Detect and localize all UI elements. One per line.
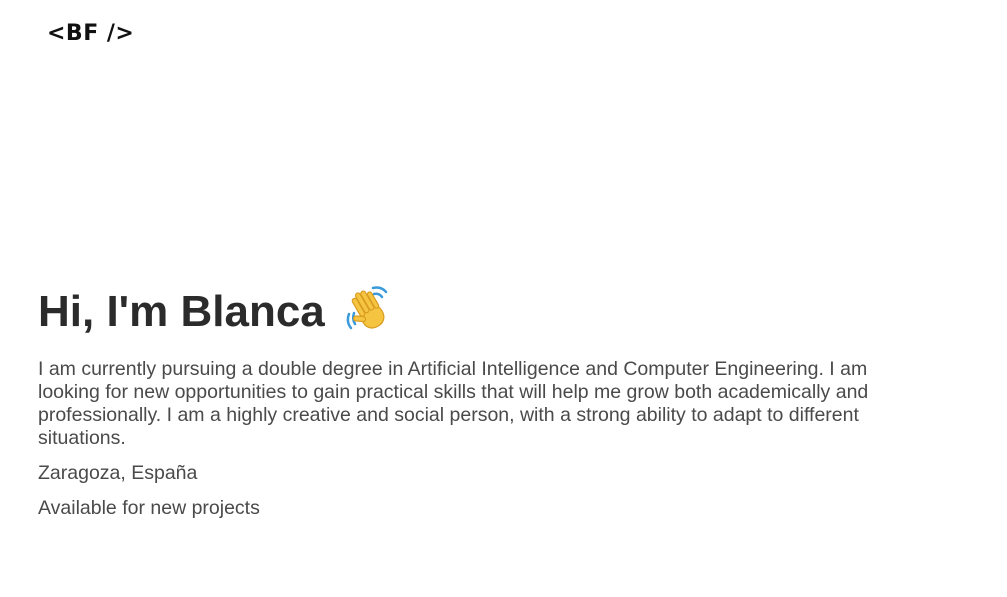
site-logo[interactable]: <BF /> [47,20,134,48]
portfolio-page: <BF /> Hi, I'm Blanca I am currently pur… [0,0,1007,597]
hero-greeting: Hi, I'm Blanca [38,287,325,336]
hero-description: I am currently pursuing a double degree … [38,358,869,449]
hero-title-row: Hi, I'm Blanca [38,282,938,342]
hero-section: Hi, I'm Blanca I am currently pursuing a… [38,282,938,520]
hero-location: Zaragoza, España [38,462,198,484]
hero-availability-status: Available for new projects [38,497,260,519]
waving-hand-icon [343,284,395,336]
